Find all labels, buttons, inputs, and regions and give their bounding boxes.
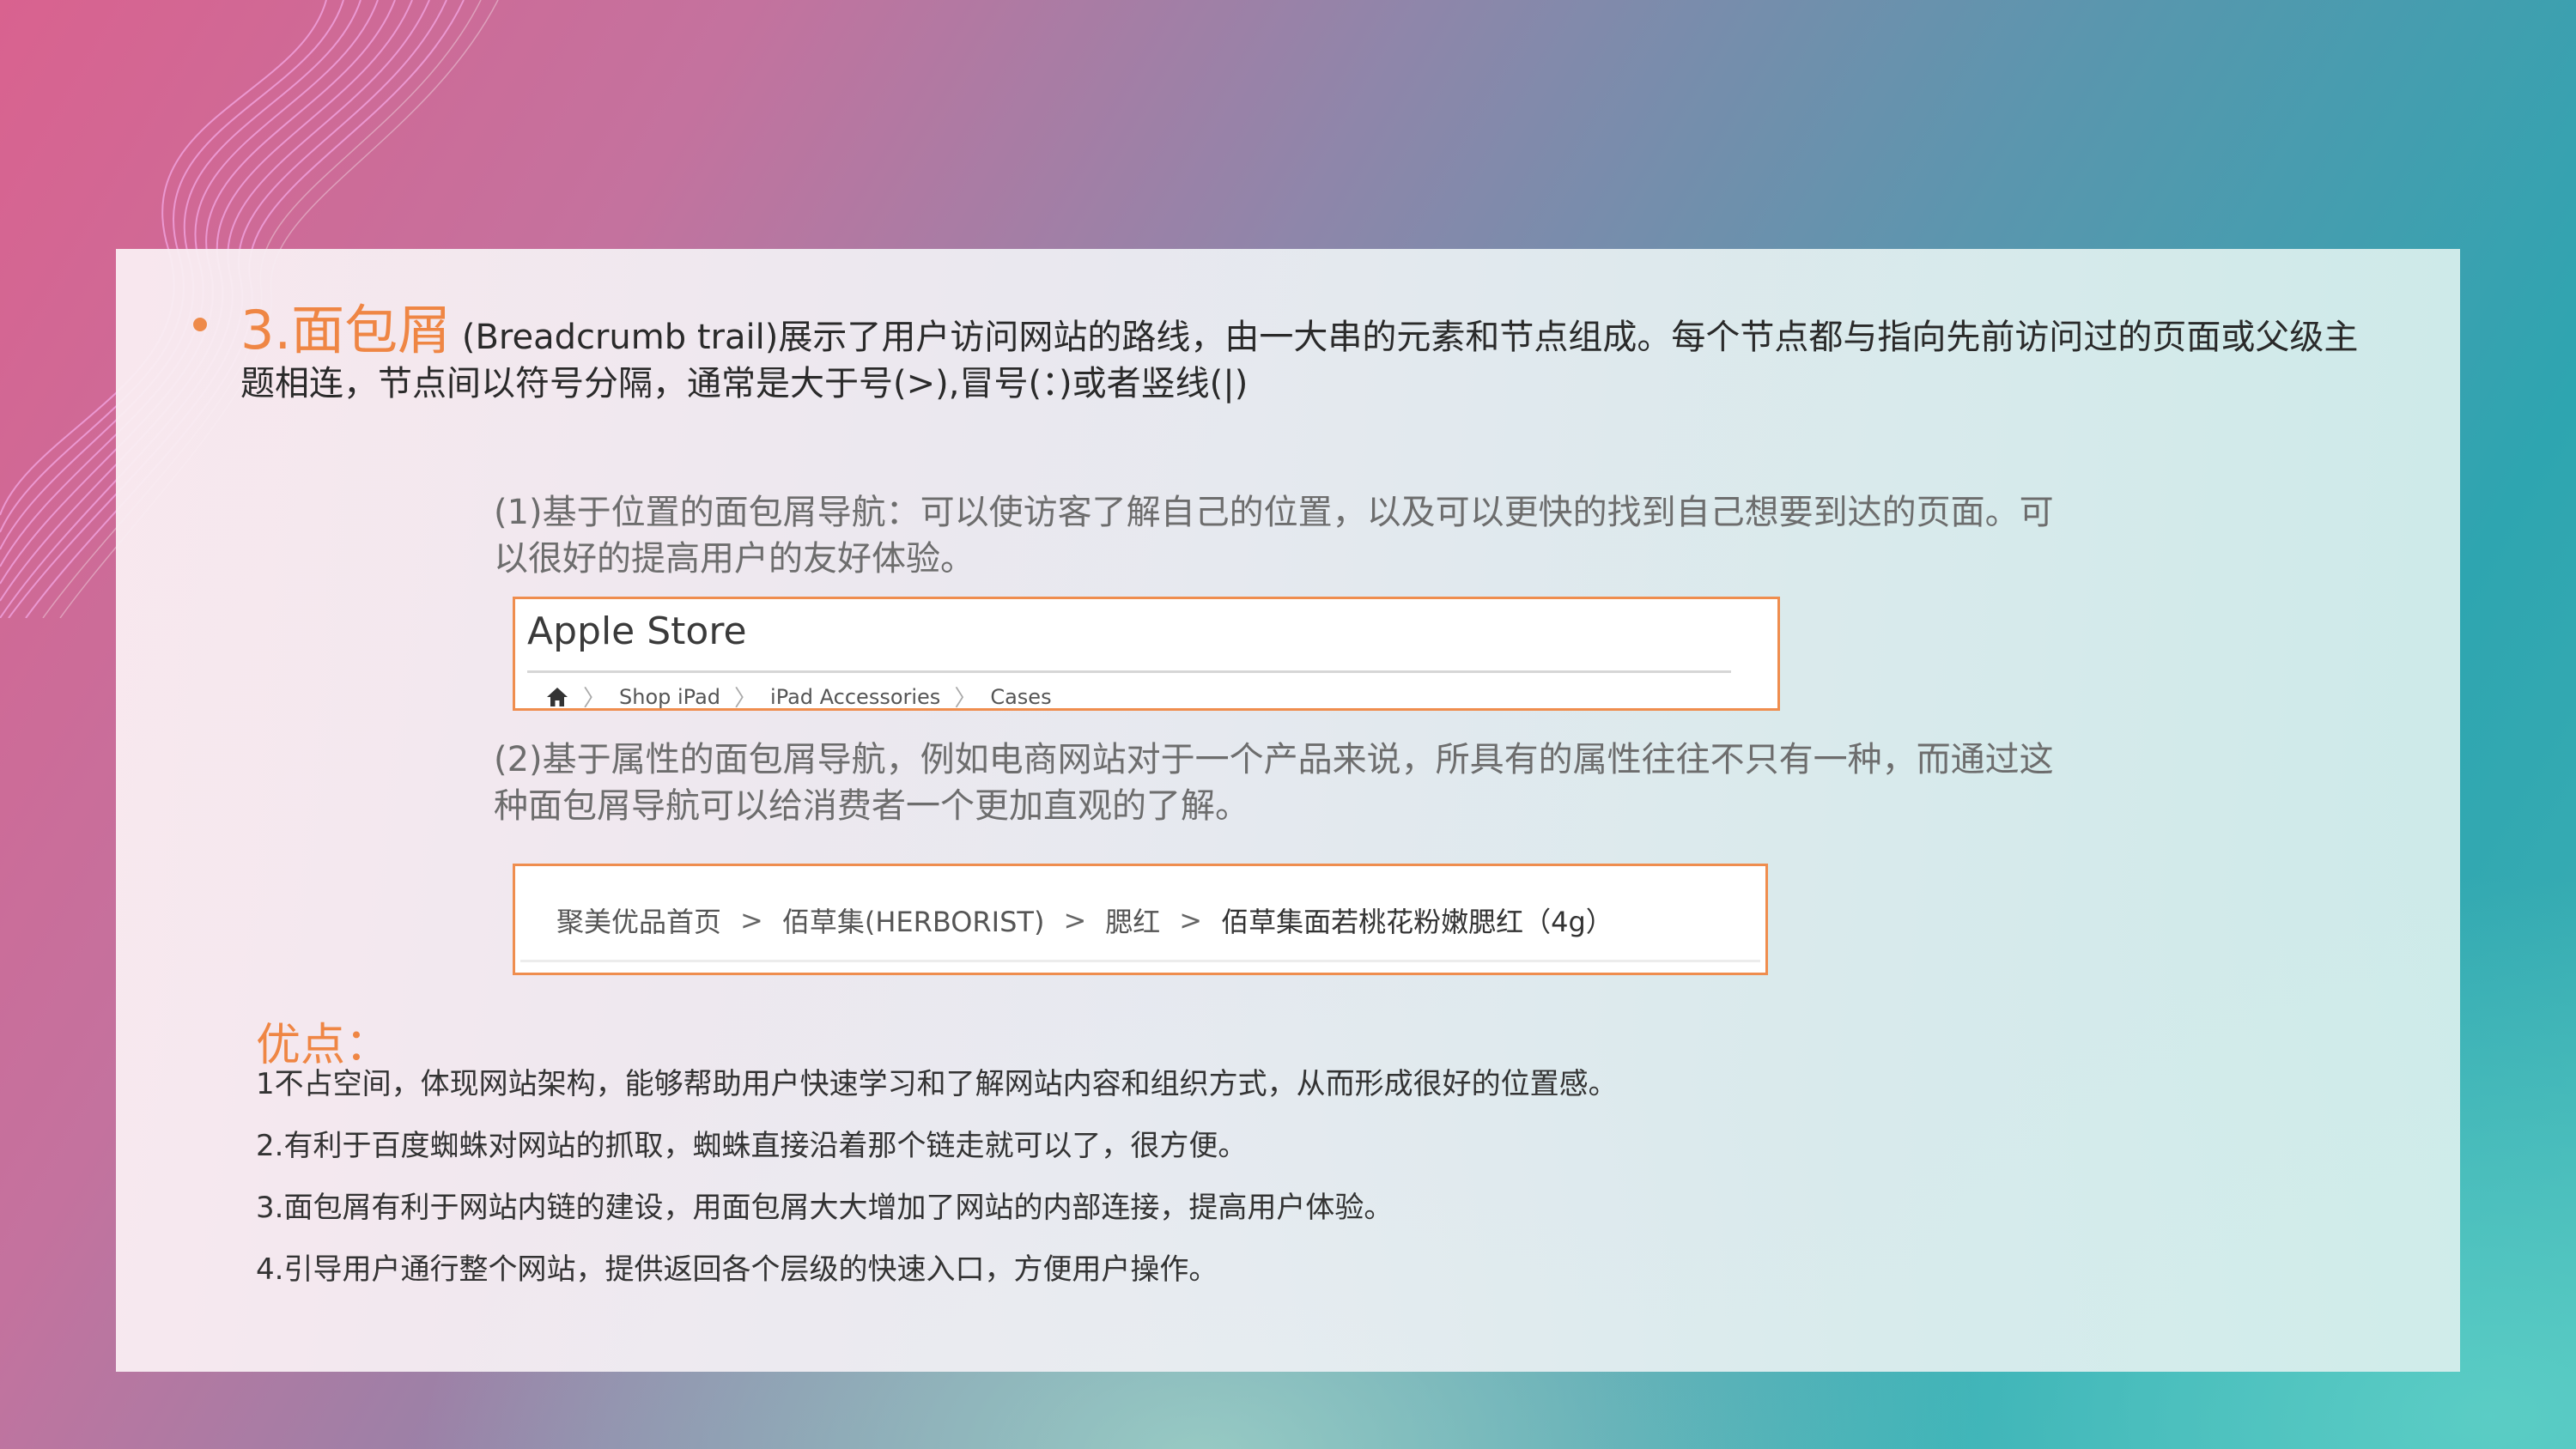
breadcrumb-item[interactable]: Cases bbox=[990, 685, 1051, 709]
slide-heading: 3.面包屑 bbox=[240, 299, 452, 361]
divider bbox=[527, 670, 1731, 673]
point-2-text: (2)基于属性的面包屑导航，例如电商网站对于一个产品来说，所具有的属性往往不只有… bbox=[494, 740, 2054, 826]
apple-store-breadcrumb-example: Apple Store 〉 Shop iPad 〉 iPad Accessori… bbox=[513, 597, 1780, 712]
breadcrumb-item[interactable]: 佰草集(HERBORIST) bbox=[782, 900, 1045, 940]
list-item: 4.引导用户通行整个网站，提供返回各个层级的快速入口，方便用户操作。 bbox=[256, 1252, 1218, 1287]
breadcrumb: 聚美优品首页 > 佰草集(HERBORIST) > 腮红 > 佰草集面若桃花粉嫩… bbox=[556, 900, 1613, 940]
advantages-list: 1不占空间，体现网站架构，能够帮助用户快速学习和了解网站内容和组织方式，从而形成… bbox=[256, 1063, 2317, 1310]
breadcrumb-item[interactable]: Shop iPad bbox=[619, 685, 720, 709]
chevron-right-icon: 〉 bbox=[954, 686, 977, 712]
breadcrumb-item[interactable]: 腮红 bbox=[1105, 900, 1160, 940]
breadcrumb-item[interactable]: iPad Accessories bbox=[770, 685, 940, 709]
breadcrumb-item[interactable]: 聚美优品首页 bbox=[556, 900, 721, 940]
chevron-right-icon: 〉 bbox=[583, 686, 606, 712]
list-item: 3.面包屑有利于网站内链的建设，用面包屑大大增加了网站的内部连接，提高用户体验。 bbox=[256, 1191, 1394, 1225]
jumei-breadcrumb-example: 聚美优品首页 > 佰草集(HERBORIST) > 腮红 > 佰草集面若桃花粉嫩… bbox=[513, 864, 1768, 975]
chevron-right-icon: 〉 bbox=[734, 686, 757, 712]
point-1-text: (1)基于位置的面包屑导航：可以使访客了解自己的位置，以及可以更快的找到自己想要… bbox=[494, 493, 2054, 579]
list-item: 1不占空间，体现网站架构，能够帮助用户快速学习和了解网站内容和组织方式，从而形成… bbox=[256, 1067, 1618, 1101]
breadcrumb-separator: > bbox=[740, 904, 763, 937]
breadcrumb-separator: > bbox=[1063, 904, 1087, 937]
intro-text: (Breadcrumb trail)展示了用户访问网站的路线，由一大串的元素和节… bbox=[240, 318, 2359, 403]
bullet-dot bbox=[193, 318, 207, 331]
intro-paragraph: 3.面包屑 (Breadcrumb trail)展示了用户访问网站的路线，由一大… bbox=[240, 304, 2361, 407]
divider bbox=[520, 960, 1760, 962]
list-item: 2.有利于百度蜘蛛对网站的抓取，蜘蛛直接沿着那个链走就可以了，很方便。 bbox=[256, 1129, 1248, 1163]
breadcrumb-separator: > bbox=[1179, 904, 1203, 937]
breadcrumb-current: 佰草集面若桃花粉嫩腮红（4g） bbox=[1221, 906, 1613, 938]
home-icon[interactable] bbox=[545, 686, 569, 708]
breadcrumb: 〉 Shop iPad 〉 iPad Accessories 〉 Cases bbox=[545, 681, 1052, 712]
apple-store-title: Apple Store bbox=[527, 609, 747, 653]
